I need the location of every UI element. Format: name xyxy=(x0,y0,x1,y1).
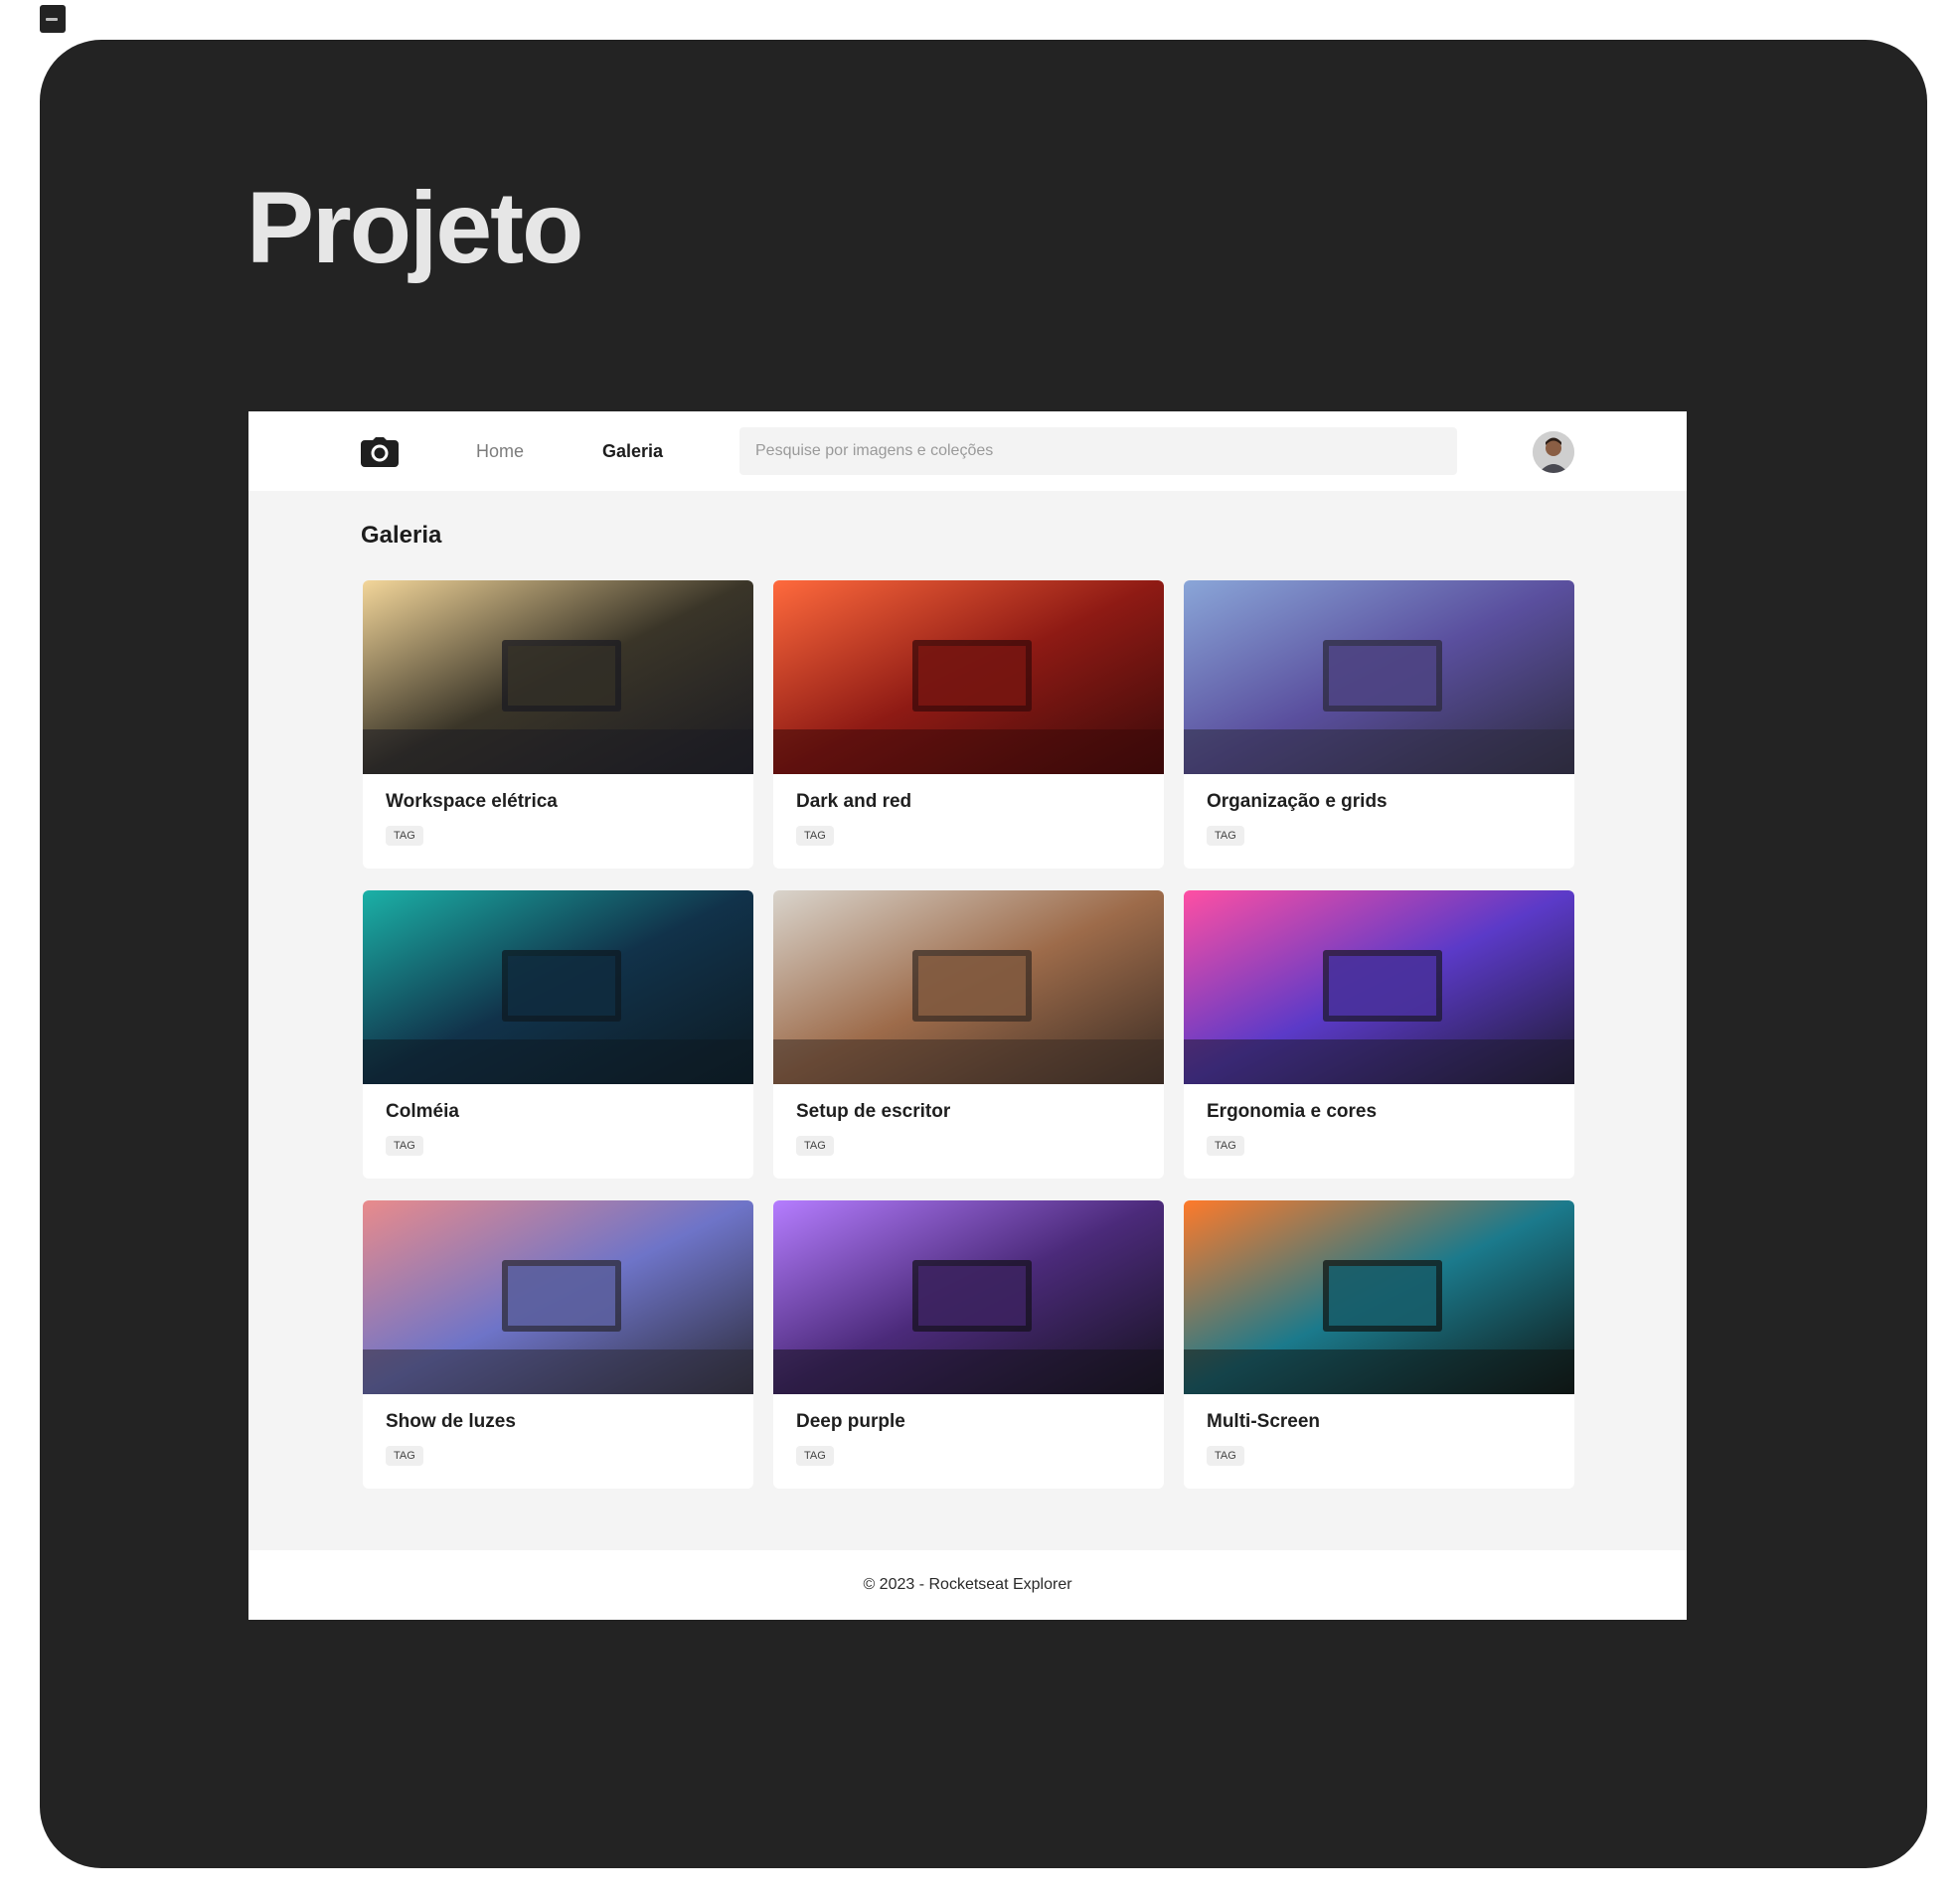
gallery-grid: Workspace elétrica TAG Dark and red TAG … xyxy=(363,580,1576,1489)
avatar-portrait-icon xyxy=(1533,431,1574,473)
card-title: Workspace elétrica xyxy=(386,791,558,812)
footer-copyright: © 2023 - Rocketseat Explorer xyxy=(863,1576,1072,1593)
top-navigation: Home Galeria xyxy=(248,411,1687,491)
gallery-card[interactable]: Dark and red TAG xyxy=(773,580,1164,869)
card-tag[interactable]: TAG xyxy=(386,1446,423,1466)
nav-home-link[interactable]: Home xyxy=(476,439,524,463)
card-tag[interactable]: TAG xyxy=(386,1136,423,1156)
user-avatar[interactable] xyxy=(1533,431,1574,473)
card-image xyxy=(773,580,1164,774)
card-image xyxy=(1184,1200,1574,1394)
card-title: Organização e grids xyxy=(1207,791,1388,812)
card-image xyxy=(1184,580,1574,774)
card-tag[interactable]: TAG xyxy=(796,1136,834,1156)
card-tag[interactable]: TAG xyxy=(796,1446,834,1466)
nav-galeria-link[interactable]: Galeria xyxy=(602,439,663,463)
camera-icon[interactable] xyxy=(361,437,399,467)
gallery-card[interactable]: Setup de escritor TAG xyxy=(773,890,1164,1179)
gallery-heading: Galeria xyxy=(361,522,442,549)
card-title: Ergonomia e cores xyxy=(1207,1101,1378,1122)
card-tag[interactable]: TAG xyxy=(796,826,834,846)
gallery-card[interactable]: Show de luzes TAG xyxy=(363,1200,753,1489)
card-tag[interactable]: TAG xyxy=(1207,1136,1244,1156)
card-image xyxy=(773,890,1164,1084)
card-title: Multi-Screen xyxy=(1207,1411,1321,1432)
card-title: Dark and red xyxy=(796,791,912,812)
gallery-card[interactable]: Colméia TAG xyxy=(363,890,753,1179)
card-tag[interactable]: TAG xyxy=(1207,826,1244,846)
card-image xyxy=(363,1200,753,1394)
card-image xyxy=(363,890,753,1084)
gallery-card[interactable]: Workspace elétrica TAG xyxy=(363,580,753,869)
gallery-card[interactable]: Multi-Screen TAG xyxy=(1184,1200,1574,1489)
project-title: Projeto xyxy=(246,171,583,284)
card-image xyxy=(363,580,753,774)
card-image xyxy=(773,1200,1164,1394)
card-title: Deep purple xyxy=(796,1411,905,1432)
gallery-card[interactable]: Deep purple TAG xyxy=(773,1200,1164,1489)
gallery-card[interactable]: Organização e grids TAG xyxy=(1184,580,1574,869)
gallery-card[interactable]: Ergonomia e cores TAG xyxy=(1184,890,1574,1179)
card-title: Colméia xyxy=(386,1101,459,1122)
card-tag[interactable]: TAG xyxy=(1207,1446,1244,1466)
card-image xyxy=(1184,890,1574,1084)
footer: © 2023 - Rocketseat Explorer xyxy=(248,1550,1687,1620)
card-title: Setup de escritor xyxy=(796,1101,951,1122)
app-window: Home Galeria Galeria Workspace elétrica … xyxy=(248,411,1687,1620)
card-tag[interactable]: TAG xyxy=(386,826,423,846)
card-title: Show de luzes xyxy=(386,1411,516,1432)
search-input[interactable] xyxy=(739,427,1457,475)
window-menu-icon xyxy=(40,5,66,33)
